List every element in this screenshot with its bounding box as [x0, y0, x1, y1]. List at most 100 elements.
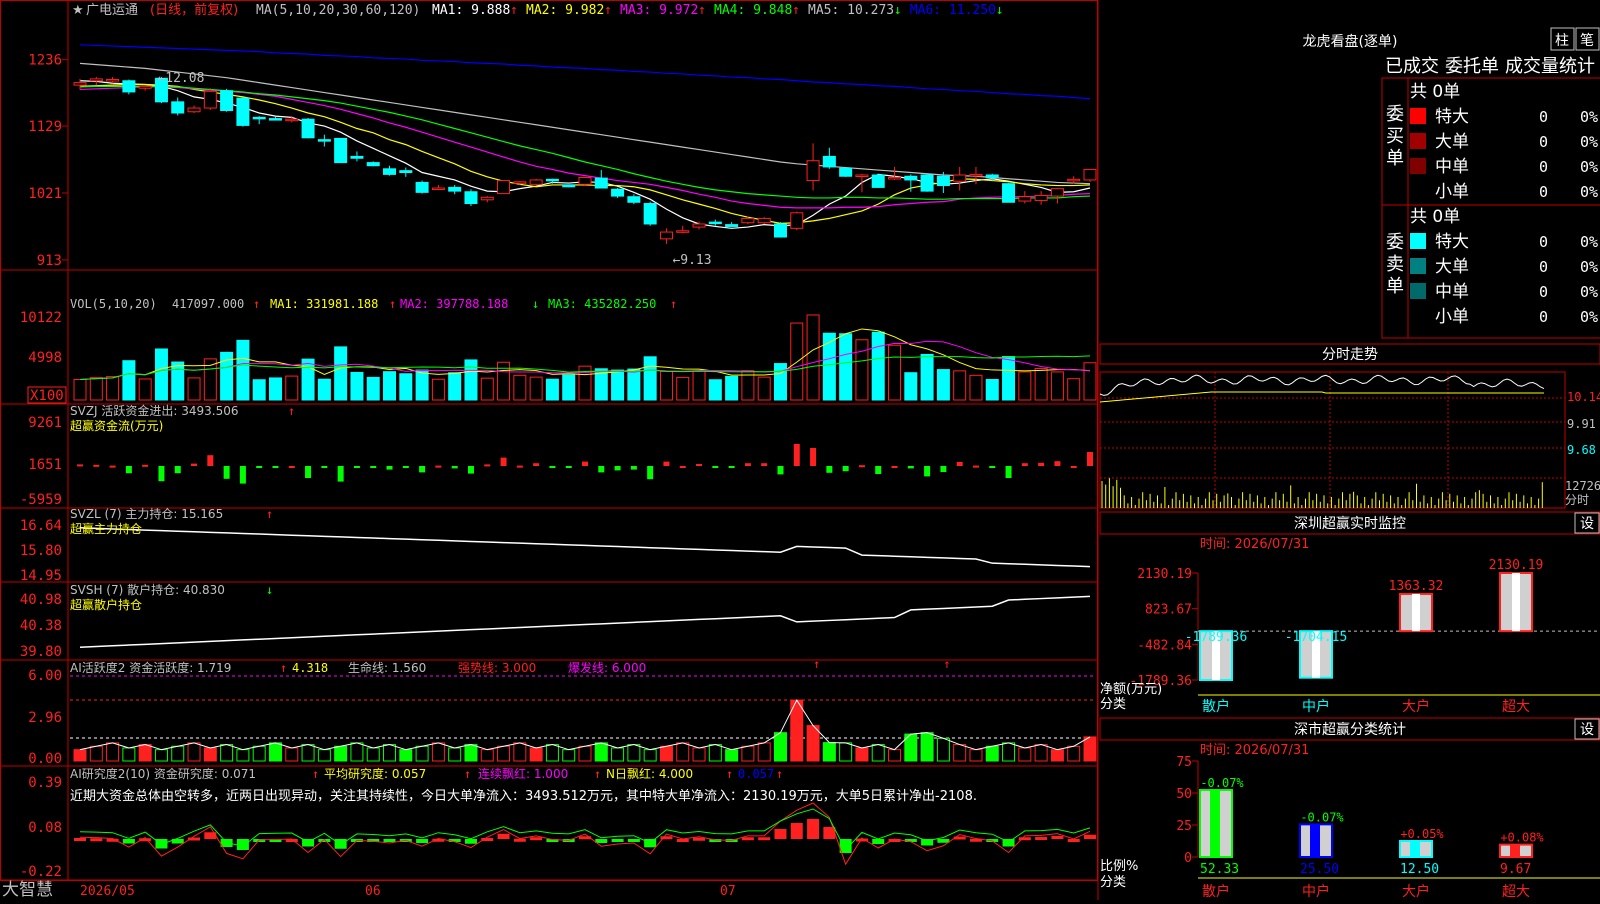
- svzj-bar: [582, 461, 588, 466]
- ma-item-arrow-3: ↑: [698, 3, 706, 18]
- ai1-bar: [773, 732, 787, 762]
- candle-body: [822, 155, 836, 168]
- candle-body: [676, 230, 690, 233]
- buy_rows-pct: 0%: [1580, 108, 1598, 126]
- ai1-bar: [708, 744, 722, 762]
- sz-bar-label-0: -1789.36: [1185, 630, 1248, 645]
- ai1-bar: [1083, 736, 1097, 762]
- stock-name[interactable]: 广电运通: [86, 3, 138, 18]
- tab-0[interactable]: 已成交: [1385, 56, 1439, 77]
- sell_rows-count: 0: [1539, 308, 1548, 326]
- ai1-bar: [334, 745, 348, 762]
- ai1-axis-max: 6.00: [28, 668, 62, 684]
- cls-change-3: +0.08%: [1500, 831, 1544, 845]
- volume-bar: [920, 353, 934, 401]
- volume-bar: [480, 377, 494, 401]
- candle-body: [106, 79, 120, 82]
- ai1-bar: [920, 732, 934, 762]
- svsh-panel[interactable]: 40.98 40.38 39.80: [20, 592, 1091, 660]
- ai1-axis-min: 0.00: [28, 751, 62, 767]
- volume-bar: [399, 373, 413, 401]
- svzj-bar: [337, 466, 344, 482]
- candle-body: [1050, 188, 1064, 197]
- buy-title-char: 委: [1386, 104, 1404, 125]
- vol-ma3-arrow: ↑: [670, 297, 677, 311]
- volume-bar: [73, 378, 87, 401]
- volume-bar: [936, 369, 950, 401]
- volume-panel[interactable]: 10122 4998 X100: [20, 310, 1097, 404]
- ai1-bar: [936, 737, 950, 762]
- svzj-panel[interactable]: 9261 1651 -5959: [20, 415, 1093, 508]
- ai1-signal-1: ↑: [813, 657, 820, 671]
- ai1-axis-mid: 2.96: [28, 710, 62, 726]
- buy_rows-count: 0: [1539, 108, 1548, 126]
- svzj-bar: [1005, 466, 1012, 478]
- candle-body: [1083, 168, 1097, 181]
- ai1-bar: [757, 742, 771, 762]
- ai2-bar: [1084, 834, 1096, 839]
- svzj-bar: [696, 464, 703, 466]
- sell_rows-name: 中单: [1435, 282, 1469, 302]
- ai1-bar: [888, 749, 902, 762]
- sz-xlabel: 分类: [1100, 697, 1126, 712]
- svzj-bar: [207, 455, 214, 466]
- candle-body: [806, 160, 820, 182]
- cls-ylabel: 比例%: [1100, 859, 1138, 874]
- candle-body: [839, 167, 853, 177]
- cls-axis-label-1: 50: [1176, 787, 1192, 802]
- svzj-label: SVZJ 活跃资金进出: 3493.506: [70, 403, 239, 418]
- ai1-bar: [562, 749, 576, 762]
- volume-bar: [643, 356, 657, 401]
- vol-axis-unit: X100: [30, 388, 64, 404]
- candle-body: [953, 174, 967, 182]
- svzj-sub: 超赢资金流(万元): [70, 418, 163, 433]
- svzj-bar: [256, 466, 263, 468]
- volume-bar: [106, 376, 120, 401]
- ai2-bar: [530, 837, 543, 841]
- svzj-bar: [891, 466, 898, 468]
- sell_rows-name: 小单: [1435, 307, 1469, 327]
- volume-bar: [366, 376, 380, 401]
- ma-item-5: MA5: 10.273: [808, 3, 894, 18]
- candlestick-panel[interactable]: 1236 1129 1021 913 ←12.08 ←9.13: [28, 44, 1097, 269]
- ai2-bar: [1035, 837, 1048, 840]
- cls-category-1: 中户: [1302, 883, 1330, 900]
- ai2-summary: 近期大资金总体由空转多，近两日出现异动，关注其持续性，今日大单净流入：3493.…: [70, 788, 977, 804]
- btn-bi[interactable]: 笔: [1580, 33, 1594, 49]
- vol-arrow: ↑: [253, 297, 260, 311]
- sz-bar-shine-3: [1512, 573, 1520, 632]
- svzj-bar: [858, 465, 865, 468]
- volume-bar: [415, 369, 429, 401]
- svzj-bar: [663, 461, 670, 466]
- cls-settings-button[interactable]: 设: [1580, 722, 1594, 738]
- svzj-bar: [679, 466, 686, 468]
- sz-category-2: 大户: [1402, 698, 1430, 715]
- ai2-axis-min: -0.22: [20, 864, 62, 880]
- ma-item-1: MA1: 9.888: [432, 3, 510, 18]
- sz-settings-button[interactable]: 设: [1580, 516, 1594, 532]
- volume-bar: [350, 371, 364, 401]
- svzl-panel[interactable]: 16.64 15.80 14.95: [20, 518, 1091, 584]
- chart-period[interactable]: (日线，前复权): [150, 2, 238, 18]
- app-logo[interactable]: 大智慧: [2, 880, 53, 900]
- svzj-bar: [93, 464, 100, 467]
- ai1-arrow: ↑: [280, 661, 287, 675]
- date-axis-may: 2026/05: [80, 884, 135, 899]
- svzj-bar: [533, 463, 540, 466]
- ai1-bar: [399, 749, 413, 762]
- ai1-bar: [268, 742, 282, 762]
- btn-zhu[interactable]: 柱: [1555, 33, 1569, 49]
- ma-item-2: MA2: 9.982: [526, 3, 604, 18]
- ai1-bar: [171, 745, 185, 762]
- ai1-signal-2: ↑: [943, 657, 950, 671]
- ai2-bar: [872, 839, 885, 844]
- svzj-bar: [419, 466, 426, 473]
- svzj-bar: [386, 466, 393, 470]
- sz-bar-label-2: 1363.32: [1389, 579, 1444, 594]
- volume-bar: [1083, 362, 1097, 401]
- tab-2[interactable]: 成交量统计: [1505, 56, 1595, 77]
- ai1-bar: [578, 745, 592, 762]
- candle-body: [464, 191, 478, 205]
- tab-1[interactable]: 委托单: [1445, 56, 1499, 77]
- svzj-bar: [793, 444, 800, 466]
